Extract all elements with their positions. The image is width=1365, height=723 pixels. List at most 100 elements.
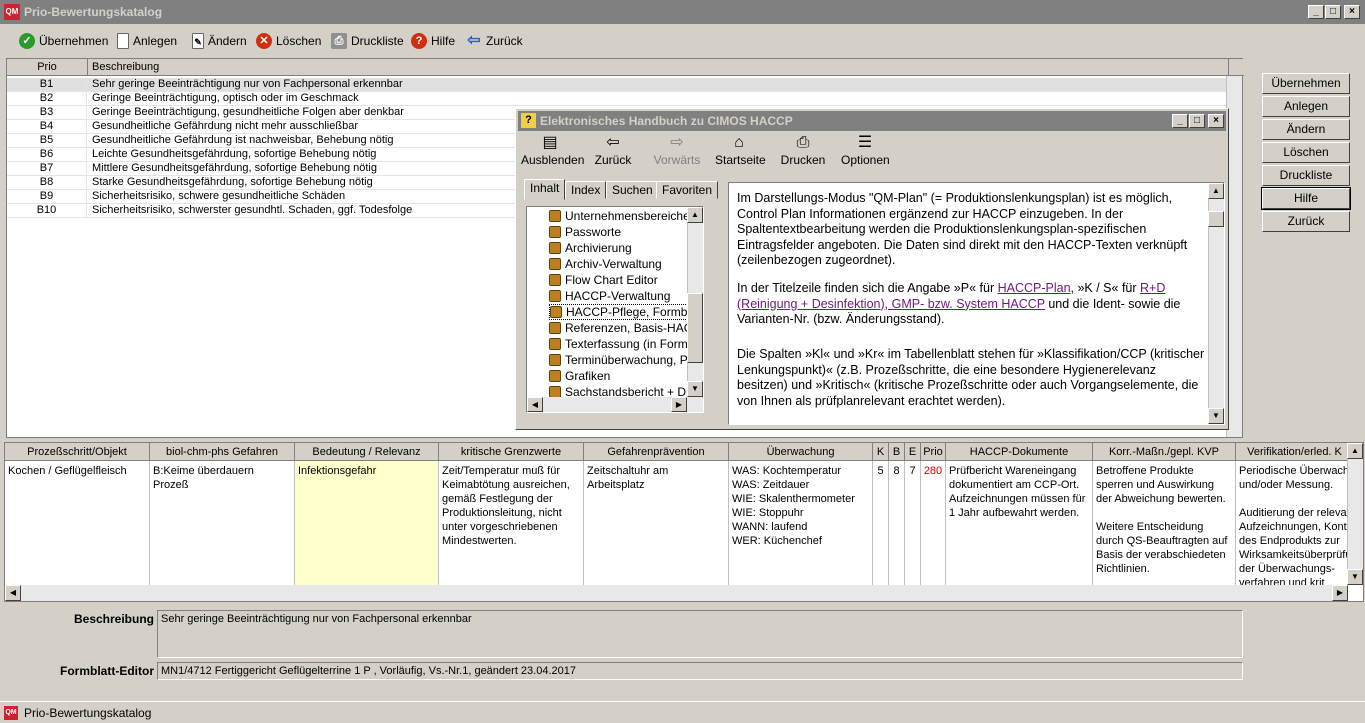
prio-cell: B1 (7, 78, 87, 92)
table-cell[interactable]: 5 (873, 461, 889, 585)
tree-item[interactable]: Passworte (549, 224, 621, 240)
header-beschreibung[interactable]: Beschreibung (88, 59, 1229, 76)
book-icon (549, 242, 561, 254)
table-cell[interactable]: Kochen / Geflügelfleisch (5, 461, 150, 585)
tree-item[interactable]: Grafiken (549, 368, 610, 384)
tree-vscrollbar[interactable]: ▲ ▼ (687, 207, 703, 397)
tree-item[interactable]: Flow Chart Editor (549, 272, 658, 288)
prio-cell: B7 (7, 162, 87, 176)
formblatt-editor-field[interactable]: MN1/4712 Fertiggericht Geflügelterrine 1… (157, 662, 1243, 680)
header-prio[interactable]: Prio (7, 59, 88, 76)
print-icon: ⎙ (796, 134, 810, 151)
help-print-button[interactable]: ⎙ Drucken (780, 133, 826, 167)
column-header[interactable]: Bedeutung / Relevanz (295, 443, 439, 461)
column-header[interactable]: Gefahrenprävention (584, 443, 729, 461)
help-hide-button[interactable]: ▤ Ausblenden (521, 133, 584, 167)
table-cell[interactable]: Prüfbericht Wareneingang dokumentiert am… (946, 461, 1093, 585)
table-row[interactable]: B2 Geringe Beeinträchtigung, optisch oder… (7, 92, 1229, 106)
scroll-down-arrow[interactable]: ▼ (687, 381, 703, 397)
detail-hscrollbar[interactable]: ◀ ▶ (5, 585, 1348, 601)
qm-app-icon: QM (4, 4, 20, 20)
help-home-button[interactable]: ⌂ Startseite (715, 133, 766, 167)
tree-item[interactable]: Archivierung (549, 240, 632, 256)
scroll-down-arrow[interactable]: ▼ (1208, 408, 1224, 424)
maximize-button[interactable]: □ (1325, 5, 1341, 19)
table-row[interactable]: B1 Sehr geringe Beeinträchtigung nur von … (7, 78, 1229, 92)
side-hilfe-button[interactable]: Hilfe (1261, 187, 1351, 210)
table-cell[interactable]: Betroffene Produkte sperren und Auswirku… (1093, 461, 1236, 585)
table-cell[interactable]: WAS: Kochtemperatur WAS: Zeitdauer WIE: … (729, 461, 873, 585)
toolbar-label: Übernehmen (39, 34, 109, 48)
tree-item[interactable]: Referenzen, Basis-HACC (549, 320, 701, 336)
column-header[interactable]: Überwachung (729, 443, 873, 461)
column-header[interactable]: kritische Grenzwerte (439, 443, 584, 461)
tree-item[interactable]: Texterfassung (in Formula (549, 336, 703, 352)
scroll-left-arrow[interactable]: ◀ (5, 585, 21, 601)
table-cell[interactable]: 7 (905, 461, 921, 585)
help-options-button[interactable]: ☰ Optionen (841, 133, 890, 167)
column-header[interactable]: Verifikation/erled. K (1236, 443, 1354, 461)
column-header[interactable]: biol-chm-phs Gefahren (150, 443, 295, 461)
scroll-down-arrow[interactable]: ▼ (1347, 569, 1363, 585)
column-header[interactable]: B (889, 443, 905, 461)
side-zurueck-button[interactable]: Zurück (1262, 211, 1350, 232)
column-header[interactable]: Korr.-Maßn./gepl. KVP (1093, 443, 1236, 461)
table-cell[interactable]: Periodische Überwach und/oder Messung. A… (1236, 461, 1354, 585)
tree-item[interactable]: Archiv-Verwaltung (549, 256, 662, 272)
toolbar-aendern-button[interactable]: ✎ Ändern (189, 30, 250, 52)
tree-hscrollbar[interactable]: ◀ ▶ (527, 397, 703, 412)
table-cell[interactable]: B:Keime überdauern Prozeß (150, 461, 295, 585)
link-haccp-plan[interactable]: HACCP-Plan (998, 281, 1071, 295)
beschreibung-cell: Geringe Beeinträchtigung, gesundheitlich… (92, 106, 404, 118)
minimize-button[interactable]: _ (1308, 5, 1324, 19)
tab-index[interactable]: Index (565, 181, 607, 199)
toolbar-uebernehmen-button[interactable]: ✓ Übernehmen (16, 30, 111, 52)
tree-item[interactable]: Unternehmensbereiche (I (549, 208, 700, 224)
toolbar-hilfe-button[interactable]: ? Hilfe (408, 30, 458, 52)
help-close-button[interactable]: × (1208, 114, 1224, 128)
side-druckliste-button[interactable]: Druckliste (1262, 165, 1350, 186)
side-aendern-button[interactable]: Ändern (1262, 119, 1350, 140)
detail-vscrollbar[interactable]: ▲ ▼ (1347, 443, 1363, 585)
scroll-right-arrow[interactable]: ▶ (671, 397, 687, 412)
help-content-pane: Im Darstellungs-Modus "QM-Plan" (= Produ… (728, 182, 1225, 425)
tab-suchen[interactable]: Suchen (606, 181, 659, 199)
column-header[interactable]: K (873, 443, 889, 461)
tab-inhalt[interactable]: Inhalt (524, 179, 566, 200)
help-forward-button[interactable]: ⇨ Vorwärts (652, 133, 702, 167)
scroll-up-arrow[interactable]: ▲ (1347, 443, 1363, 459)
scroll-up-arrow[interactable]: ▲ (1208, 183, 1224, 199)
side-uebernehmen-button[interactable]: Übernehmen (1262, 73, 1350, 94)
table-cell[interactable]: Infektionsgefahr (295, 461, 439, 585)
table-cell[interactable]: 8 (889, 461, 905, 585)
tree-item[interactable]: HACCP-Pflege, Formblatt (549, 304, 703, 320)
column-header[interactable]: Prio (921, 443, 946, 461)
close-button[interactable]: × (1344, 5, 1360, 19)
scroll-right-arrow[interactable]: ▶ (1332, 585, 1348, 601)
side-anlegen-button[interactable]: Anlegen (1262, 96, 1350, 117)
scroll-thumb[interactable] (687, 293, 703, 363)
toolbar-label: Hilfe (431, 34, 456, 48)
side-loeschen-button[interactable]: Löschen (1262, 142, 1350, 163)
scroll-left-arrow[interactable]: ◀ (527, 397, 543, 412)
toolbar-anlegen-button[interactable]: Anlegen (114, 30, 180, 52)
table-cell[interactable]: 280 (921, 461, 946, 585)
help-back-button[interactable]: ⇦ Zurück (592, 133, 634, 167)
column-header[interactable]: Prozeßschritt/Objekt (5, 443, 150, 461)
toolbar-zurueck-button[interactable]: ⇦ Zurück (463, 30, 526, 52)
column-header[interactable]: E (905, 443, 921, 461)
beschreibung-field[interactable]: Sehr geringe Beeinträchtigung nur von Fa… (157, 610, 1243, 658)
tree-item[interactable]: HACCP-Verwaltung (549, 288, 670, 304)
table-cell[interactable]: Zeit/Temperatur muß für Keimabtötung aus… (439, 461, 584, 585)
help-minimize-button[interactable]: _ (1172, 114, 1188, 128)
column-header[interactable]: HACCP-Dokumente (946, 443, 1093, 461)
scroll-up-arrow[interactable]: ▲ (687, 207, 703, 223)
toolbar-loeschen-button[interactable]: ✕ Löschen (253, 30, 324, 52)
toolbar-druckliste-button[interactable]: ⎙ Druckliste (328, 30, 407, 52)
tree-item[interactable]: Terminüberwachung, Pric (549, 352, 700, 368)
table-cell[interactable]: Zeitschaltuhr am Arbeitsplatz (584, 461, 729, 585)
help-maximize-button[interactable]: □ (1189, 114, 1205, 128)
tab-favoriten[interactable]: Favoriten (656, 181, 719, 199)
scroll-thumb[interactable] (1208, 211, 1224, 227)
help-content-scrollbar[interactable]: ▲ ▼ (1208, 183, 1224, 424)
